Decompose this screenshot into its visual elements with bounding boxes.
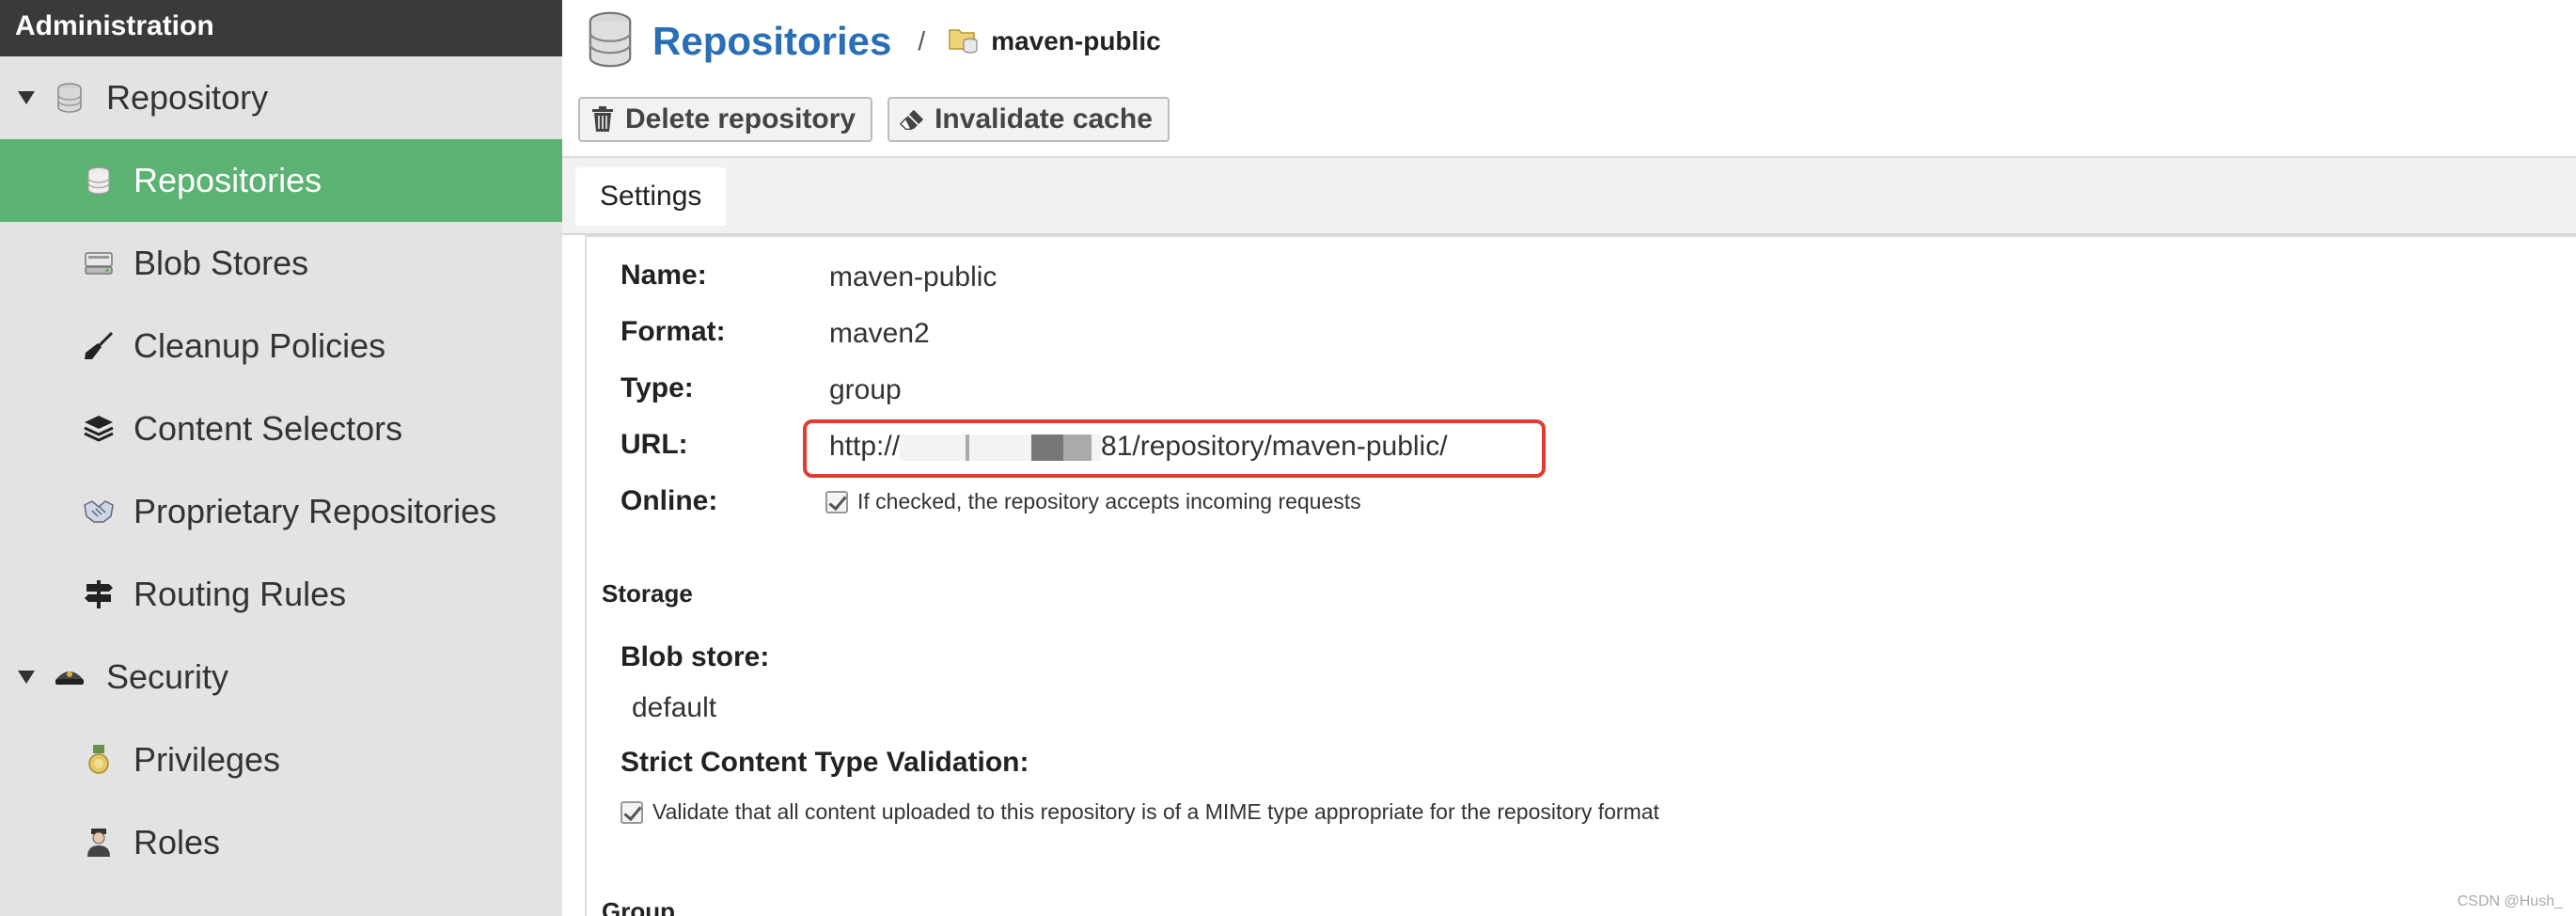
sidebar-item-routing-rules[interactable]: Routing Rules (0, 553, 562, 636)
strict-validation-label: Strict Content Type Validation: (620, 747, 1029, 778)
breadcrumb: Repositories / maven-public (562, 0, 2576, 83)
database-icon (54, 82, 86, 114)
redacted-block (969, 434, 1032, 462)
sidebar: Administration Repository Repositories B… (0, 0, 562, 916)
main-panel: Repositories / maven-public Delete repos… (562, 0, 2576, 916)
strict-validation-description: Validate that all content uploaded to th… (652, 799, 1659, 824)
url-value[interactable]: http:// 81/repository/maven-public/ (829, 431, 1448, 463)
format-value: maven2 (829, 318, 930, 349)
broom-icon (83, 330, 115, 362)
redacted-block (1031, 434, 1064, 462)
storage-section-title: Storage (602, 579, 693, 608)
toolbar: Delete repository Invalidate cache (562, 83, 2576, 158)
hard-drive-icon (83, 247, 115, 279)
sidebar-item-label: Proprietary Repositories (134, 492, 497, 530)
group-section-title: Group (602, 897, 675, 916)
sidebar-group-repository[interactable]: Repository (0, 56, 562, 139)
sidebar-group-security[interactable]: Security (0, 636, 562, 719)
name-value: maven-public (829, 261, 997, 292)
tab-settings[interactable]: Settings (575, 167, 727, 226)
sidebar-item-cleanup-policies[interactable]: Cleanup Policies (0, 305, 562, 387)
sidebar-group-label: Repository (106, 78, 269, 117)
invalidate-cache-label: Invalidate cache (935, 103, 1153, 134)
expand-arrow-icon[interactable] (18, 91, 35, 104)
name-label: Name: (620, 260, 707, 291)
delete-repository-button[interactable]: Delete repository (578, 97, 873, 142)
blob-store-value: default (632, 692, 717, 723)
redacted-block (900, 434, 966, 462)
sidebar-item-label: Privileges (134, 740, 281, 779)
url-suffix: 81/repository/maven-public/ (1101, 431, 1448, 462)
blob-store-label: Blob store: (620, 641, 770, 672)
trash-icon (589, 105, 616, 134)
url-label: URL: (620, 429, 688, 460)
invalidate-cache-button[interactable]: Invalidate cache (887, 97, 1170, 142)
online-description: If checked, the repository accepts incom… (857, 489, 1361, 513)
police-cap-icon (54, 661, 86, 693)
url-prefix: http:// (829, 431, 901, 462)
eraser-icon (899, 105, 925, 134)
settings-form: Name: maven-public Format: maven2 Type: … (585, 235, 2576, 916)
redacted-block (1063, 434, 1092, 462)
sidebar-item-blob-stores[interactable]: Blob Stores (0, 222, 562, 305)
type-value: group (829, 374, 902, 405)
breadcrumb-repositories-link[interactable]: Repositories (652, 19, 891, 64)
folder-database-icon (948, 24, 980, 59)
breadcrumb-current: maven-public (991, 26, 1161, 55)
database-icon (83, 165, 115, 197)
sidebar-item-label: Content Selectors (134, 409, 403, 448)
sidebar-item-label: Repositories (134, 161, 322, 199)
sidebar-item-privileges[interactable]: Privileges (0, 719, 562, 801)
breadcrumb-separator: / (918, 26, 926, 55)
format-label: Format: (620, 316, 726, 347)
sidebar-header: Administration (0, 0, 562, 56)
sidebar-item-label: Blob Stores (134, 244, 309, 282)
sidebar-item-label: Routing Rules (134, 575, 347, 613)
layers-icon (83, 413, 115, 445)
tab-bar: Settings (562, 158, 2576, 235)
online-checkbox[interactable] (825, 490, 848, 513)
sidebar-item-roles[interactable]: Roles (0, 801, 562, 884)
strict-validation-row: Validate that all content uploaded to th… (620, 799, 1659, 825)
redacted-block (1092, 434, 1102, 462)
signpost-icon (83, 578, 115, 610)
sidebar-item-content-selectors[interactable]: Content Selectors (0, 387, 562, 470)
sidebar-item-label: Roles (134, 823, 221, 861)
online-label: Online: (620, 485, 718, 516)
expand-arrow-icon[interactable] (18, 671, 35, 684)
user-role-icon (83, 827, 115, 859)
medal-icon (83, 744, 115, 776)
sidebar-item-repositories[interactable]: Repositories (0, 139, 562, 222)
online-checkbox-row: If checked, the repository accepts incom… (825, 489, 1361, 514)
handshake-icon (83, 496, 115, 528)
sidebar-group-label: Security (106, 657, 229, 696)
database-icon (585, 11, 636, 72)
sidebar-item-label: Cleanup Policies (134, 326, 386, 365)
type-label: Type: (620, 372, 694, 403)
watermark: CSDN @Hush_ (2457, 893, 2563, 909)
strict-validation-checkbox[interactable] (620, 800, 643, 824)
delete-repository-label: Delete repository (625, 103, 856, 134)
sidebar-item-proprietary-repositories[interactable]: Proprietary Repositories (0, 470, 562, 553)
